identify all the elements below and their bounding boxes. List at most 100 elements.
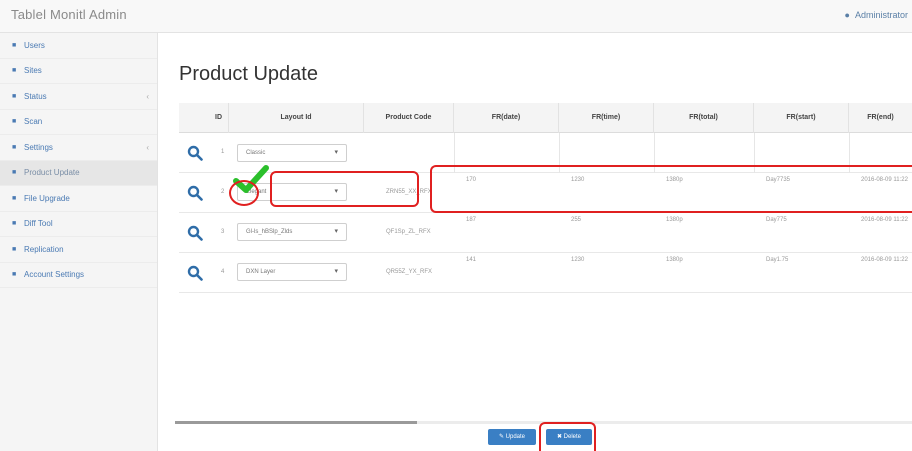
sidebar-item-file-upgrade[interactable]: ■ File Upgrade bbox=[0, 186, 157, 212]
column-header[interactable]: FR(total) bbox=[654, 103, 754, 133]
chevron-down-icon: ▾ bbox=[334, 149, 338, 156]
close-icon: ✖ bbox=[556, 434, 564, 440]
product-update-icon: ■ bbox=[12, 169, 17, 177]
table-cell: 1380p bbox=[666, 217, 683, 223]
table-cell: 1380p bbox=[666, 177, 683, 183]
sidebar-item-account-settings[interactable]: ■ Account Settings bbox=[0, 263, 157, 288]
table-cell: 187 bbox=[466, 217, 477, 223]
chevron-left-icon: ‹ bbox=[146, 142, 149, 152]
layout-select[interactable]: DXN Layer ▾ bbox=[237, 263, 347, 281]
scrollbar-thumb[interactable] bbox=[175, 421, 417, 424]
sidebar: ■ Users ■ Sites ■ Status ‹ ■ Scan ■ Sett… bbox=[0, 33, 158, 451]
column-divider bbox=[559, 133, 560, 173]
chevron-down-icon: ▾ bbox=[334, 228, 338, 235]
layout-select-value: Gl-ls_hBSlp_Zlds bbox=[246, 229, 293, 235]
table-cell: 255 bbox=[571, 217, 582, 223]
account-settings-icon: ■ bbox=[12, 271, 17, 279]
table-row: 2 Elegant ▾ ZRN55_XX_RFX 170 1230 1380p … bbox=[179, 173, 912, 213]
layout-select-value: Classic bbox=[246, 150, 266, 156]
user-menu[interactable]: ● Administrator bbox=[845, 10, 908, 20]
column-divider bbox=[754, 133, 755, 173]
annotation-circle bbox=[229, 180, 259, 206]
table-cell: 141 bbox=[466, 257, 477, 263]
sidebar-item-label: Status bbox=[24, 91, 47, 101]
sidebar-item-product-update[interactable]: ■ Product Update bbox=[0, 160, 157, 186]
chevron-down-icon: ▾ bbox=[334, 188, 338, 195]
page-title: Product Update bbox=[179, 63, 318, 85]
column-header[interactable]: Layout Id bbox=[229, 103, 364, 133]
file-upgrade-icon: ■ bbox=[12, 194, 17, 202]
replication-icon: ■ bbox=[12, 245, 17, 253]
table-cell: 2016-08-09 11:22 bbox=[861, 257, 908, 263]
row-id: 4 bbox=[221, 269, 225, 275]
table-row: 4 DXN Layer ▾ QR55Z_YX_RFX 141 1230 1380… bbox=[179, 253, 912, 293]
column-header[interactable]: FR(start) bbox=[754, 103, 849, 133]
product-code: QR55Z_YX_RFX bbox=[386, 269, 433, 275]
top-navbar: Tablel Monitl Admin ● Administrator bbox=[0, 0, 912, 33]
status-icon: ■ bbox=[12, 92, 17, 100]
layout-select[interactable]: Classic ▾ bbox=[237, 144, 347, 162]
table-row: 3 Gl-ls_hBSlp_Zlds ▾ QF1Sp_ZL_RFX 187 25… bbox=[179, 213, 912, 253]
table-cell: 2016-08-09 11:22 bbox=[861, 217, 908, 223]
search-icon[interactable] bbox=[187, 225, 203, 241]
sidebar-item-label: Users bbox=[24, 40, 45, 50]
column-header[interactable]: FR(date) bbox=[454, 103, 559, 133]
horizontal-scrollbar[interactable] bbox=[175, 421, 912, 424]
table-cell: 170 bbox=[466, 177, 477, 183]
sidebar-item-label: Product Update bbox=[24, 168, 80, 178]
search-icon[interactable] bbox=[187, 145, 203, 161]
layout-select[interactable]: Gl-ls_hBSlp_Zlds ▾ bbox=[237, 223, 347, 241]
column-header[interactable]: FR(end) bbox=[849, 103, 912, 133]
product-code: QF1Sp_ZL_RFX bbox=[386, 229, 431, 235]
sidebar-item-label: Diff Tool bbox=[24, 219, 53, 229]
row-id: 2 bbox=[221, 189, 225, 195]
sites-icon: ■ bbox=[12, 67, 17, 75]
row-id: 1 bbox=[221, 149, 225, 155]
layout-select-value: DXN Layer bbox=[246, 269, 276, 275]
sidebar-item-sites[interactable]: ■ Sites bbox=[0, 59, 157, 84]
sidebar-item-scan[interactable]: ■ Scan bbox=[0, 110, 157, 135]
sidebar-item-label: Settings bbox=[24, 142, 53, 152]
sidebar-item-label: Replication bbox=[24, 244, 64, 254]
user-name: Administrator bbox=[854, 10, 908, 20]
user-icon: ● bbox=[844, 10, 850, 20]
diff-tool-icon: ■ bbox=[12, 220, 17, 228]
table-cell: 1380p bbox=[666, 257, 683, 263]
sidebar-item-users[interactable]: ■ Users bbox=[0, 33, 157, 59]
sidebar-item-settings[interactable]: ■ Settings ‹ bbox=[0, 135, 157, 161]
sidebar-item-label: Sites bbox=[24, 66, 42, 76]
search-icon[interactable] bbox=[187, 265, 203, 281]
table-cell: Day7735 bbox=[766, 177, 791, 183]
column-header[interactable]: FR(time) bbox=[559, 103, 654, 133]
sidebar-item-replication[interactable]: ■ Replication bbox=[0, 237, 157, 263]
column-header[interactable]: ID bbox=[209, 103, 229, 133]
column-divider bbox=[654, 133, 655, 173]
delete-button[interactable]: ✖ Delete bbox=[546, 429, 592, 445]
table-cell: Day1.75 bbox=[766, 257, 789, 263]
column-header[interactable]: Product Code bbox=[364, 103, 454, 133]
table-cell: Day775 bbox=[766, 217, 787, 223]
search-icon[interactable] bbox=[187, 185, 203, 201]
update-label: Update bbox=[505, 434, 526, 440]
column-divider bbox=[849, 133, 850, 173]
table-cell: 2016-08-09 11:22 bbox=[861, 177, 908, 183]
table-header: ID Layout Id Product Code FR(date) FR(ti… bbox=[179, 103, 912, 133]
table-cell: 1230 bbox=[571, 257, 585, 263]
chevron-down-icon: ▾ bbox=[334, 268, 338, 275]
delete-label: Delete bbox=[563, 434, 582, 440]
users-icon: ■ bbox=[12, 41, 17, 49]
sidebar-item-label: Scan bbox=[24, 117, 43, 127]
table-row: 1 Classic ▾ bbox=[179, 133, 912, 173]
chevron-left-icon: ‹ bbox=[146, 91, 149, 101]
sidebar-item-status[interactable]: ■ Status ‹ bbox=[0, 84, 157, 110]
row-id: 3 bbox=[221, 229, 225, 235]
sidebar-item-diff-tool[interactable]: ■ Diff Tool bbox=[0, 212, 157, 237]
main-content: Product Update ID Layout Id Product Code… bbox=[158, 33, 912, 451]
table-cell: 1230 bbox=[571, 177, 585, 183]
column-divider bbox=[454, 133, 455, 173]
update-button[interactable]: ✎ Update bbox=[488, 429, 536, 445]
update-icon: ✎ bbox=[498, 434, 506, 440]
sidebar-item-label: Account Settings bbox=[24, 270, 85, 280]
product-code: ZRN55_XX_RFX bbox=[386, 189, 432, 195]
app-brand[interactable]: Tablel Monitl Admin bbox=[11, 7, 127, 22]
